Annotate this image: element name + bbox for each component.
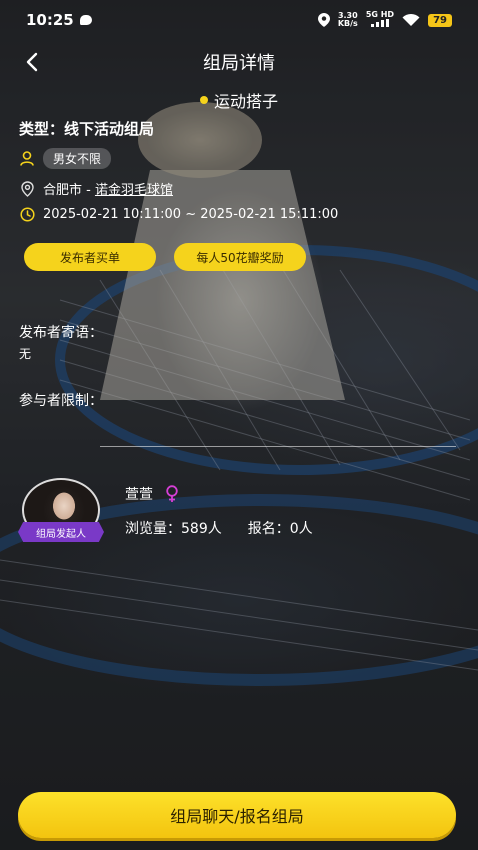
signal-indicator: 5G HD [366,11,394,29]
clock-icon [19,206,35,222]
page-title: 组局详情 [203,53,275,74]
venue-link[interactable]: 诺金羽毛球馆 [95,183,173,198]
signup-count: 报名：0人 [247,521,313,537]
organizer-name: 萱萱 [125,487,153,503]
signal-label: 5G HD [365,10,395,19]
status-icons: 3.30 KB/s 5G HD 79 [317,11,452,29]
activity-tag-label: 运动搭子 [213,92,278,111]
location-text: 合肥市 - 诺金羽毛球馆 [43,179,173,198]
location-city: 合肥市 - [43,183,95,198]
activity-tag: 运动搭子 [0,88,478,112]
back-button[interactable] [18,48,46,76]
network-speed: 3.30 KB/s [338,12,358,28]
reward-pill: 每人50花瓣奖励 [174,243,306,271]
chat-signup-button[interactable]: 组局聊天/报名组局 [18,792,456,838]
tag-dot-icon [199,96,208,104]
gender-pill: 男女不限 [43,148,112,169]
person-icon [19,151,35,167]
organizer-badge: 组局发起人 [18,522,104,542]
chat-notification-icon [79,15,92,25]
signal-bars-icon [370,19,389,27]
chevron-left-icon [26,52,38,72]
payer-pill: 发布者买单 [24,243,156,271]
location-row: 合肥市 - 诺金羽毛球馆 [19,179,173,198]
organizer-avatar-block[interactable]: 组局发起人 [18,478,104,548]
time-range: 2025-02-21 10:11:00 ~ 2025-02-21 15:11:0… [43,206,339,222]
location-status-icon [317,13,330,27]
wifi-icon [402,13,420,26]
status-bar: 10:25 3.30 KB/s 5G HD 79 [0,0,478,40]
message-value: 无 [19,347,32,361]
female-gender-icon [166,485,178,502]
location-pin-icon [19,180,35,197]
time-row: 2025-02-21 10:11:00 ~ 2025-02-21 15:11:0… [19,206,338,222]
gender-row: 男女不限 [19,148,112,169]
view-count: 浏览量：589人 [125,521,222,537]
message-label: 发布者寄语： [19,325,103,341]
organizer-name-row: 萱萱 [125,484,179,504]
organizer-stats: 浏览量：589人 报名：0人 [125,518,313,538]
network-speed-unit: KB/s [337,19,358,28]
restriction-label: 参与者限制： [19,393,103,409]
divider [100,446,456,447]
battery-indicator: 79 [428,13,452,27]
status-time: 10:25 [26,11,74,29]
nav-header: 组局详情 [0,40,478,84]
activity-type: 类型：线下活动组局 [19,120,155,138]
